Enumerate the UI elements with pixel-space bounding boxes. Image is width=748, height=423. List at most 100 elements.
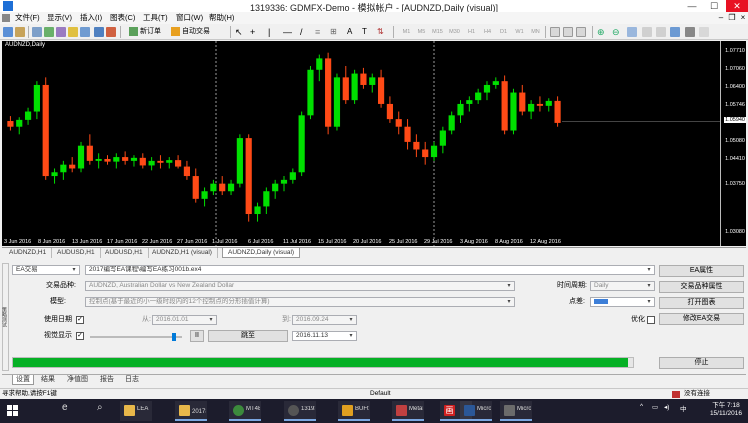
input-language[interactable]: 中: [680, 403, 687, 413]
tab-graph[interactable]: 净值图: [64, 375, 91, 385]
chart-tab[interactable]: AUDUSD,H1: [100, 248, 149, 258]
crosshair-icon[interactable]: +: [250, 27, 260, 37]
mdi-minimize-button[interactable]: –: [716, 12, 726, 24]
chart-tab-active[interactable]: AUDNZD,Daily (visual): [222, 248, 301, 258]
menu-view[interactable]: 显示(V): [45, 12, 74, 24]
timeframe-m15[interactable]: M15: [431, 27, 444, 37]
line-chart-icon[interactable]: [576, 27, 586, 37]
vertical-line-icon[interactable]: |: [268, 27, 278, 37]
autotrade-button[interactable]: 自动交易: [170, 26, 212, 38]
modify-ea-button[interactable]: 修改EA交易: [659, 313, 744, 325]
channel-icon[interactable]: ≡: [315, 27, 325, 37]
slider-thumb[interactable]: [171, 333, 176, 341]
chart-tab[interactable]: AUDNZD,H1: [4, 248, 53, 258]
metaeditor-icon[interactable]: [106, 27, 116, 37]
model-select[interactable]: 控制点(基于最近的小一级时段内的12个控制点的分形插值计算) ▾: [85, 297, 515, 307]
maximize-button[interactable]: ☐: [704, 0, 724, 12]
menu-file[interactable]: 文件(F): [13, 12, 42, 24]
tray-chevron-icon[interactable]: ^: [640, 403, 643, 410]
new-chart-icon[interactable]: [3, 27, 13, 37]
timeframe-m30[interactable]: M30: [448, 27, 461, 37]
taskbar-item[interactable]: 131933...: [284, 401, 316, 421]
timeframe-h4[interactable]: H4: [481, 27, 494, 37]
windows-start-icon[interactable]: [7, 405, 19, 417]
indicators-icon[interactable]: [670, 27, 680, 37]
new-order-icon[interactable]: [94, 27, 104, 37]
auto-scroll-icon[interactable]: [642, 27, 652, 37]
tester-side-label[interactable]: 策略测试: [1, 263, 9, 371]
tab-results[interactable]: 结果: [38, 375, 58, 385]
timeframe-m1[interactable]: M1: [400, 27, 413, 37]
fibonacci-icon[interactable]: ⊞: [330, 27, 340, 37]
taskbar-item[interactable]: MetaE...: [392, 401, 424, 421]
tab-journal[interactable]: 日志: [122, 375, 142, 385]
chart-tab[interactable]: AUDNZD,H1 (visual): [147, 248, 218, 258]
timeframe-mn[interactable]: MN: [529, 27, 542, 37]
mdi-close-button[interactable]: ×: [738, 12, 748, 24]
zoom-out-icon[interactable]: ⊖: [612, 27, 622, 37]
chart-shift-icon[interactable]: [656, 27, 666, 37]
cursor-icon[interactable]: ↖: [235, 27, 245, 37]
use-date-checkbox[interactable]: ✓: [76, 316, 84, 324]
strategy-tester-icon[interactable]: [80, 27, 90, 37]
ie-icon[interactable]: e: [62, 402, 68, 413]
taskbar-item[interactable]: Micros...: [500, 401, 532, 421]
search-icon[interactable]: ⌕: [97, 402, 103, 413]
navigator-icon[interactable]: [56, 27, 66, 37]
open-chart-button[interactable]: 打开图表: [659, 297, 744, 309]
skip-to-button[interactable]: 跳至: [208, 330, 288, 342]
text-label-icon[interactable]: T: [362, 27, 372, 37]
optimize-checkbox[interactable]: [647, 316, 655, 324]
spread-select[interactable]: ▾: [590, 297, 655, 307]
mdi-restore-button[interactable]: ❐: [727, 12, 737, 24]
menu-help[interactable]: 帮助(H): [207, 12, 236, 24]
menu-tools[interactable]: 工具(T): [141, 12, 170, 24]
symbol-select[interactable]: AUDNZD, Australian Dollar vs New Zealand…: [85, 281, 515, 291]
ea-file-select[interactable]: 2017编写EA课程\编写EA练习001b.ex4 ▾: [85, 265, 655, 275]
text-a-icon[interactable]: A: [347, 27, 357, 37]
menu-window[interactable]: 窗口(W): [174, 12, 205, 24]
menu-insert[interactable]: 插入(I): [78, 12, 104, 24]
close-button[interactable]: ✕: [726, 0, 748, 12]
tab-settings[interactable]: 设置: [12, 375, 34, 385]
ea-properties-button[interactable]: EA属性: [659, 265, 744, 277]
minimize-button[interactable]: —: [682, 0, 702, 12]
timeframe-h1[interactable]: H1: [465, 27, 478, 37]
taskbar-clock[interactable]: 下午 7:18 15/11/2016: [710, 402, 742, 418]
menu-charts[interactable]: 图表(C): [108, 12, 137, 24]
taskbar-item[interactable]: Micros...: [460, 401, 492, 421]
arrows-icon[interactable]: ⇅: [377, 27, 387, 37]
stop-button[interactable]: 停止: [659, 357, 744, 369]
taskbar-item[interactable]: BUFtp ...: [338, 401, 370, 421]
horizontal-line-icon[interactable]: —: [283, 27, 293, 37]
taskbar-item[interactable]: LEA: [120, 401, 152, 421]
timeframe-d1[interactable]: D1: [497, 27, 510, 37]
timeframe-m5[interactable]: M5: [415, 27, 428, 37]
bar-chart-icon[interactable]: [550, 27, 560, 37]
terminal-icon[interactable]: [68, 27, 78, 37]
tile-windows-icon[interactable]: [627, 27, 637, 37]
market-watch-icon[interactable]: [32, 27, 42, 37]
timeframe-w1[interactable]: W1: [513, 27, 526, 37]
tab-report[interactable]: 报告: [97, 375, 117, 385]
trendline-icon[interactable]: /: [300, 27, 310, 37]
from-date-field[interactable]: 2016.01.01 ▾: [152, 315, 217, 325]
pause-button[interactable]: II: [190, 330, 204, 342]
zoom-in-icon[interactable]: ⊕: [597, 27, 607, 37]
network-icon[interactable]: ▭: [652, 403, 658, 411]
ea-type-select[interactable]: EA交易 ▾: [12, 265, 80, 275]
periods-icon[interactable]: [685, 27, 695, 37]
taskbar-item[interactable]: MT4E...: [229, 401, 261, 421]
to-date-field[interactable]: 2016.09.24 ▾: [292, 315, 357, 325]
period-select[interactable]: Daily ▾: [590, 281, 655, 291]
price-chart[interactable]: AUDNZD,Daily 1.07710 1.07060 1.06400 1.0…: [2, 41, 746, 246]
profiles-icon[interactable]: [15, 27, 25, 37]
new-order-button[interactable]: 新订单: [128, 26, 163, 38]
volume-icon[interactable]: ◂): [664, 403, 669, 411]
data-window-icon[interactable]: [44, 27, 54, 37]
symbol-properties-button[interactable]: 交易品种属性: [659, 281, 744, 293]
candlestick-chart-icon[interactable]: [563, 27, 573, 37]
visual-speed-slider[interactable]: [90, 333, 182, 341]
taskbar-item[interactable]: 2017编...: [175, 401, 207, 421]
visual-mode-checkbox[interactable]: ✓: [76, 332, 84, 340]
